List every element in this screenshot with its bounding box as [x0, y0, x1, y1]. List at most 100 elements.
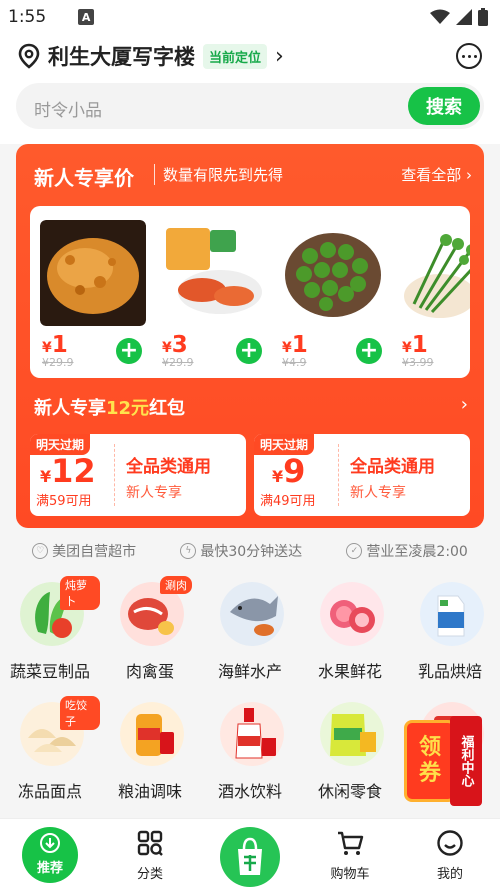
tab-recommend[interactable]: 推荐 [0, 819, 100, 888]
wifi-icon [430, 9, 450, 24]
chevron-right-icon[interactable]: › [275, 44, 284, 69]
chevron-right-icon[interactable]: › [461, 394, 468, 415]
category-label: 休闲零食 [317, 782, 382, 801]
location-header[interactable]: 利生大厦写字楼 当前定位 › [0, 34, 500, 78]
category-label: 粮油调味 [117, 782, 182, 801]
product-original-price: ¥29.9 [162, 356, 194, 369]
status-bar: 1:55 A [0, 0, 500, 34]
coupon-card[interactable]: 明天过期 ¥9 满49可用 全品类通用 新人专享 [254, 434, 470, 516]
category-label: 肉禽蛋 [125, 662, 174, 681]
search-placeholder: 时令小品 [34, 101, 102, 121]
tab-cart[interactable]: 购物车 [300, 819, 400, 888]
current-location-badge: 当前定位 [203, 43, 268, 69]
lightning-icon: ϟ [180, 543, 197, 559]
coupon-divider [114, 444, 115, 506]
category-item-seafood[interactable]: 海鲜水产 [200, 572, 300, 684]
coupon-card[interactable]: 明天过期 ¥12 满59可用 全品类通用 新人专享 [30, 434, 246, 516]
search-button[interactable]: 搜索 [408, 87, 480, 125]
notification-a-icon: A [78, 9, 95, 25]
welfare-center-label[interactable]: 福利中心 [450, 716, 482, 806]
fruit-flowers-image [320, 582, 384, 646]
promo-title: 新人专享价 [34, 166, 134, 190]
category-label: 乳品烘焙 [417, 662, 482, 681]
category-item-grain-oil[interactable]: 粮油调味 [100, 692, 200, 804]
drinks-image [220, 702, 284, 766]
coupon-scope: 全品类通用 [126, 457, 211, 477]
product-card[interactable]: ¥1 ¥29.9 + [30, 206, 150, 378]
claim-coupon-badge[interactable]: 领券 [404, 720, 456, 802]
feature-item: ✓ 营业至凌晨2:00 [346, 541, 468, 561]
category-item-dairy-bakery[interactable]: 乳品烘焙 [400, 572, 500, 684]
service-features: ♡ 美团自营超市 ϟ 最快30分钟送达 ✓ 营业至凌晨2:00 [0, 536, 500, 566]
tab-category[interactable]: 分类 [100, 819, 200, 888]
coupon-min-spend: 满59可用 [36, 494, 92, 509]
grain-oil-image [120, 702, 184, 766]
check-shield-icon: ✓ [346, 543, 363, 559]
yanxuan-bag-icon [238, 837, 262, 875]
tab-mine[interactable]: 我的 [400, 819, 500, 888]
feature-item: ϟ 最快30分钟送达 [180, 541, 302, 561]
smile-face-icon [437, 830, 463, 856]
new-user-promo-card: 新人专享价 数量有限先到先得 查看全部 › ¥1 ¥29.9 + ¥3 ¥29.… [16, 144, 484, 528]
tab-label: 我的 [436, 867, 463, 882]
view-all-link[interactable]: 查看全部 › [401, 164, 472, 185]
promo-products: ¥1 ¥29.9 + ¥3 ¥29.9 + ¥1 ¥4.9 + ¥1 ¥3.99 [30, 206, 470, 378]
category-item-meat-eggs[interactable]: 涮肉 肉禽蛋 [100, 572, 200, 684]
add-to-cart-button[interactable]: + [236, 338, 262, 364]
category-item-frozen[interactable]: 吃饺子 冻品面点 [0, 692, 100, 804]
category-badge: 炖萝卜 [60, 576, 100, 610]
category-item-snacks[interactable]: 休闲零食 [300, 692, 400, 804]
product-original-price: ¥4.9 [282, 356, 307, 369]
bottom-tab-bar: 推荐 分类 购物车 我的 [0, 818, 500, 888]
coupon-audience: 新人专享 [350, 485, 406, 501]
coupon-scope: 全品类通用 [350, 457, 435, 477]
coupon-amount: ¥9 [272, 452, 306, 490]
signal-icon [456, 9, 472, 25]
seafood-image [220, 582, 284, 646]
product-price: ¥1 [42, 332, 68, 358]
product-card[interactable]: ¥1 ¥4.9 + [270, 206, 390, 378]
category-item-fruit-flowers[interactable]: 水果鲜花 [300, 572, 400, 684]
coupon-amount: ¥12 [40, 452, 96, 490]
category-item-drinks[interactable]: 酒水饮料 [200, 692, 300, 804]
category-badge: 涮肉 [160, 576, 192, 594]
welfare-center-float[interactable]: 领券 福利中心 [404, 716, 484, 806]
coupon-divider [338, 444, 339, 506]
fried-chicken-image [40, 220, 146, 326]
tab-label: 推荐 [36, 861, 63, 876]
product-price: ¥1 [402, 332, 428, 358]
snacks-image [320, 702, 384, 766]
arrow-down-icon [40, 833, 60, 853]
category-badge: 吃饺子 [60, 696, 100, 730]
tab-label: 购物车 [330, 867, 370, 882]
promo-subtitle: 数量有限先到先得 [154, 164, 283, 185]
feature-item: ♡ 美团自营超市 [32, 541, 136, 561]
category-item-vegetables[interactable]: 炖萝卜 蔬菜豆制品 [0, 572, 100, 684]
product-price: ¥1 [282, 332, 308, 358]
location-name[interactable]: 利生大厦写字楼 [48, 41, 195, 71]
leafy-greens-image [400, 220, 470, 326]
category-label: 海鲜水产 [217, 662, 282, 681]
chicken-wings-image [160, 220, 266, 326]
green-limes-image [280, 220, 386, 326]
search-input[interactable]: 时令小品 搜索 [16, 83, 484, 129]
tab-label: 分类 [136, 867, 163, 882]
tab-yanxuan[interactable] [200, 819, 300, 888]
dairy-bakery-image [420, 582, 484, 646]
message-icon[interactable] [456, 43, 482, 69]
add-to-cart-button[interactable]: + [356, 338, 382, 364]
product-card[interactable]: ¥3 ¥29.9 + [150, 206, 270, 378]
product-original-price: ¥29.9 [42, 356, 74, 369]
location-pin-icon [18, 43, 40, 69]
redpack-title[interactable]: 新人专享12元红包 [34, 394, 185, 420]
product-price: ¥3 [162, 332, 188, 358]
heart-shield-icon: ♡ [32, 543, 49, 559]
product-card[interactable]: ¥1 ¥3.99 [390, 206, 470, 378]
cart-icon [338, 831, 364, 855]
category-label: 蔬菜豆制品 [9, 662, 90, 681]
battery-icon [478, 8, 488, 26]
coupon-audience: 新人专享 [126, 485, 182, 501]
add-to-cart-button[interactable]: + [116, 338, 142, 364]
category-label: 水果鲜花 [317, 662, 382, 681]
category-label: 酒水饮料 [217, 782, 282, 801]
